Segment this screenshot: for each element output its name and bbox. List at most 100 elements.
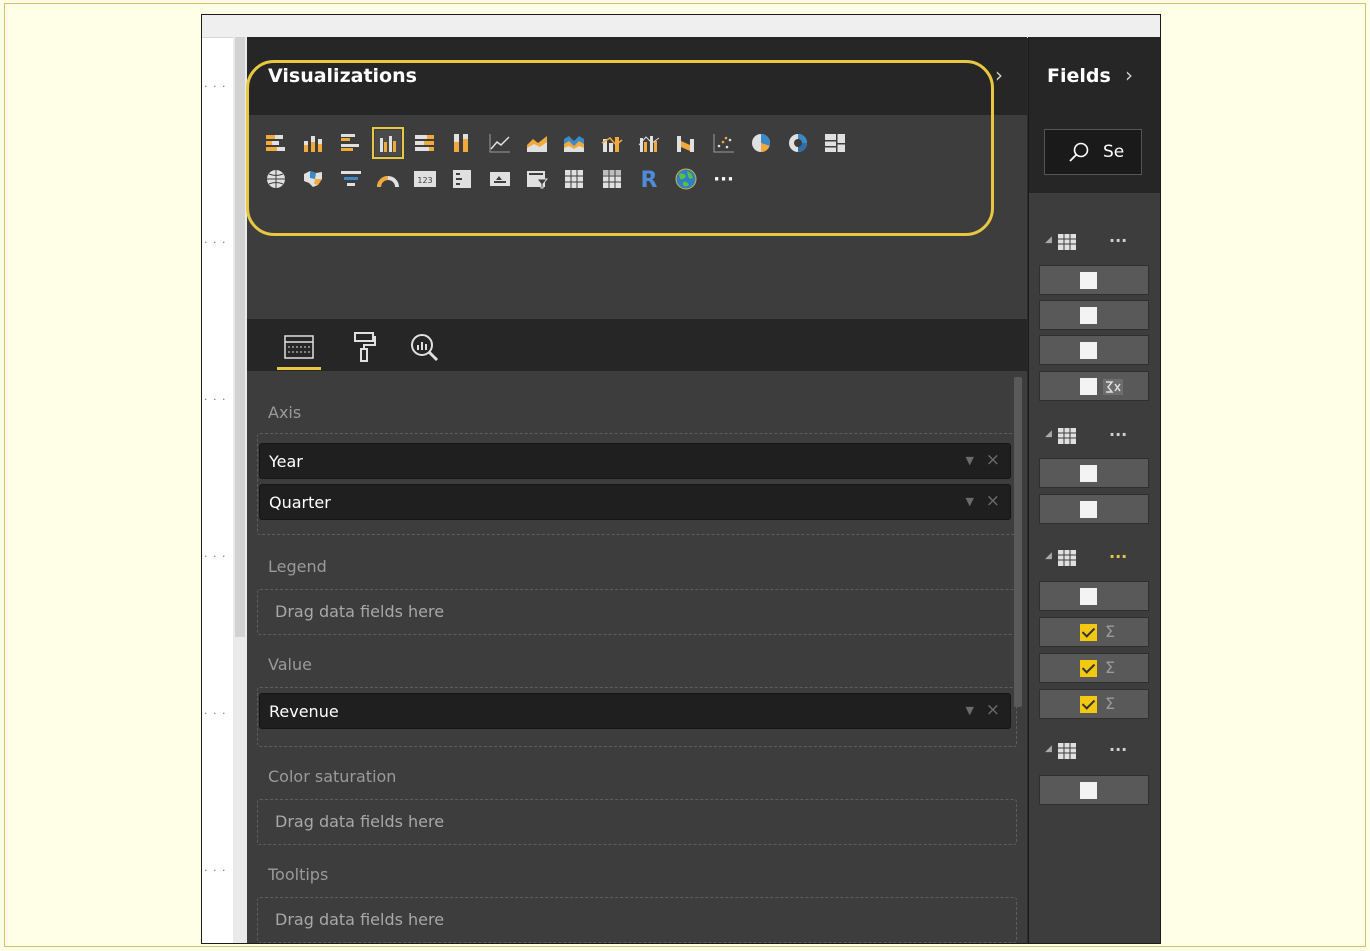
tooltips-well-label: Tooltips	[268, 865, 329, 884]
wells-scrollbar[interactable]	[1014, 377, 1022, 707]
matrix-icon[interactable]	[599, 166, 625, 192]
field-checkbox[interactable]	[1080, 378, 1097, 395]
axis-field-year[interactable]: Year ▼ ×	[259, 443, 1011, 479]
map-icon[interactable]	[263, 166, 289, 192]
ribbon-chart-icon[interactable]	[673, 130, 699, 156]
field-row[interactable]: Σ	[1039, 689, 1149, 719]
canvas-grid-dots: . . .	[204, 704, 227, 717]
tooltips-placeholder: Drag data fields here	[275, 910, 445, 929]
field-row[interactable]	[1039, 775, 1149, 805]
table-icon[interactable]	[561, 166, 587, 192]
field-dropdown-icon[interactable]: ▼	[966, 704, 974, 717]
field-name: Year	[269, 452, 303, 471]
expand-triangle-icon[interactable]: ◢	[1045, 235, 1052, 245]
sigma-icon: Σ	[1105, 658, 1116, 677]
color-saturation-well[interactable]: Drag data fields here	[257, 799, 1017, 845]
visualizations-header: Visualizations ›	[247, 37, 1027, 115]
clustered-bar-chart-icon[interactable]	[338, 130, 364, 156]
fields-search-input[interactable]: Se	[1044, 129, 1142, 175]
stacked-column-chart-icon[interactable]	[300, 130, 326, 156]
kpi-icon[interactable]	[487, 166, 513, 192]
axis-field-quarter[interactable]: Quarter ▼ ×	[259, 484, 1011, 520]
calculated-column-icon	[1103, 379, 1123, 395]
field-checkbox[interactable]	[1080, 501, 1097, 518]
field-checkbox-checked[interactable]	[1080, 696, 1097, 713]
canvas-top-bar	[202, 15, 1160, 38]
remove-field-icon[interactable]: ×	[986, 450, 1000, 470]
canvas-grid-dots: . . .	[204, 390, 227, 403]
field-name: Revenue	[269, 702, 339, 721]
field-row[interactable]	[1039, 494, 1149, 524]
table-icon	[1058, 234, 1076, 250]
line-chart-icon[interactable]	[487, 130, 513, 156]
remove-field-icon[interactable]: ×	[986, 491, 1000, 511]
value-well-label: Value	[268, 655, 312, 674]
field-table-header[interactable]: ◢ ...	[1029, 543, 1160, 573]
search-icon	[1069, 142, 1089, 162]
field-table-header[interactable]: ◢ ...	[1029, 227, 1160, 257]
field-checkbox[interactable]	[1080, 782, 1097, 799]
field-table-header[interactable]: ◢ ...	[1029, 421, 1160, 451]
funnel-icon[interactable]	[338, 166, 364, 192]
collapse-visualizations-chevron-icon[interactable]: ›	[995, 63, 1003, 87]
line-stacked-column-chart-icon[interactable]	[599, 130, 625, 156]
donut-chart-icon[interactable]	[785, 130, 811, 156]
fields-pane: Fields › Se ◢ ... ◢ ... ◢ ... Σ Σ Σ ◢ ..…	[1028, 37, 1160, 943]
field-checkbox[interactable]	[1080, 342, 1097, 359]
field-checkbox-checked[interactable]	[1080, 624, 1097, 641]
globe-icon[interactable]	[673, 166, 699, 192]
slicer-icon[interactable]	[524, 166, 550, 192]
field-dropdown-icon[interactable]: ▼	[966, 454, 974, 467]
value-field-revenue[interactable]: Revenue ▼ ×	[259, 693, 1011, 729]
stacked-area-chart-icon[interactable]	[561, 130, 587, 156]
100-stacked-column-chart-icon[interactable]	[449, 130, 475, 156]
field-checkbox[interactable]	[1080, 272, 1097, 289]
sigma-icon: Σ	[1105, 694, 1116, 713]
fields-tab[interactable]	[277, 327, 321, 370]
expand-triangle-icon[interactable]: ◢	[1045, 744, 1052, 754]
field-row[interactable]	[1039, 300, 1149, 330]
area-chart-icon[interactable]	[524, 130, 550, 156]
clustered-column-chart-icon[interactable]	[371, 127, 404, 159]
canvas-scrollbar-thumb[interactable]	[235, 37, 245, 637]
expand-triangle-icon[interactable]: ◢	[1045, 551, 1052, 561]
legend-well-label: Legend	[268, 557, 327, 576]
line-clustered-column-chart-icon[interactable]	[636, 130, 662, 156]
format-tab[interactable]	[342, 327, 386, 367]
field-row[interactable]: Σ	[1039, 653, 1149, 683]
report-canvas[interactable]: . . . . . . . . . . . . . . . . . .	[202, 15, 1160, 943]
pie-chart-icon[interactable]	[748, 130, 774, 156]
field-table-header[interactable]: ◢ ...	[1029, 736, 1160, 766]
remove-field-icon[interactable]: ×	[986, 700, 1000, 720]
100-stacked-bar-chart-icon[interactable]	[412, 130, 438, 156]
field-row[interactable]	[1039, 265, 1149, 295]
field-row[interactable]	[1039, 581, 1149, 611]
card-icon[interactable]: 123	[412, 166, 438, 192]
field-row[interactable]	[1039, 335, 1149, 365]
field-checkbox[interactable]	[1080, 465, 1097, 482]
tooltips-well[interactable]: Drag data fields here	[257, 897, 1017, 943]
r-visual-icon[interactable]: R	[636, 166, 662, 192]
power-bi-window: . . . . . . . . . . . . . . . . . . Visu…	[201, 14, 1161, 944]
pane-tab-bar	[247, 319, 1027, 371]
scatter-chart-icon[interactable]	[711, 130, 737, 156]
more-visuals-icon[interactable]: ···	[711, 166, 737, 192]
canvas-scrollbar[interactable]	[233, 37, 247, 943]
field-checkbox[interactable]	[1080, 307, 1097, 324]
field-checkbox[interactable]	[1080, 588, 1097, 605]
collapse-fields-chevron-icon[interactable]: ›	[1125, 63, 1133, 87]
treemap-icon[interactable]	[822, 130, 848, 156]
analytics-tab[interactable]	[402, 327, 446, 367]
gauge-icon[interactable]	[375, 166, 401, 192]
field-checkbox-checked[interactable]	[1080, 660, 1097, 677]
expand-triangle-icon[interactable]: ◢	[1045, 429, 1052, 439]
field-row[interactable]: Σ	[1039, 617, 1149, 647]
field-row[interactable]	[1039, 458, 1149, 488]
filled-map-icon[interactable]	[300, 166, 326, 192]
field-dropdown-icon[interactable]: ▼	[966, 495, 974, 508]
visual-icon-row-2: 123 R ···	[263, 161, 1003, 197]
multi-row-card-icon[interactable]	[449, 166, 475, 192]
stacked-bar-chart-icon[interactable]	[263, 130, 289, 156]
legend-well[interactable]: Drag data fields here	[257, 589, 1017, 635]
field-row[interactable]	[1039, 371, 1149, 401]
